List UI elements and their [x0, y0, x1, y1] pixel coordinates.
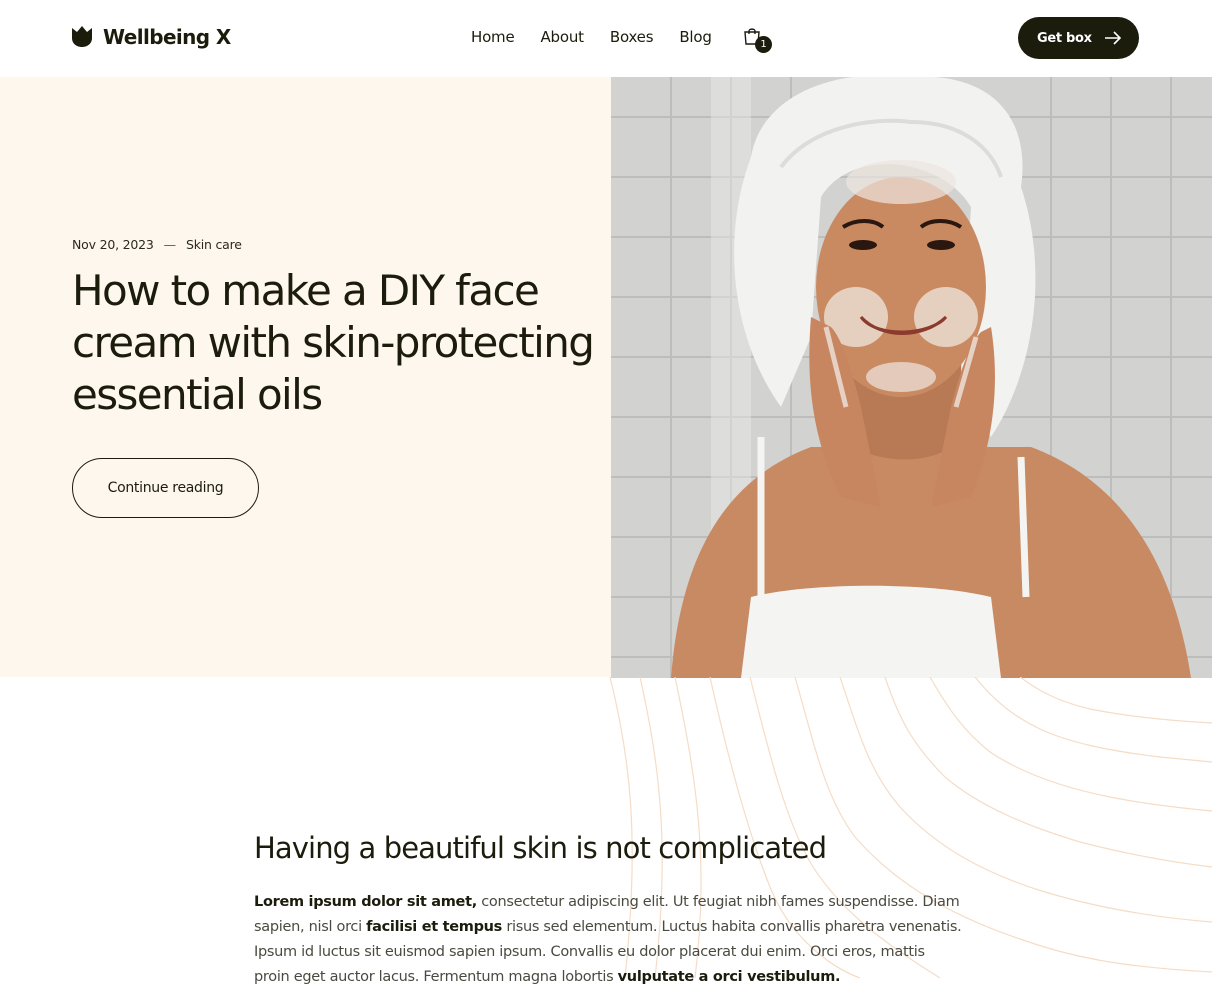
- body-bold-phrase: facilisi et tempus: [366, 919, 503, 935]
- tulip-logo-icon: [72, 26, 92, 47]
- hero-text-panel: Nov 20, 2023 — Skin care How to make a D…: [0, 77, 611, 677]
- get-box-label: Get box: [1037, 30, 1092, 46]
- post-category[interactable]: Skin care: [186, 237, 242, 252]
- nav-blog[interactable]: Blog: [679, 28, 712, 46]
- meta-separator: —: [163, 237, 177, 252]
- cart-count-badge: 1: [755, 36, 772, 53]
- nav-about[interactable]: About: [541, 28, 585, 46]
- section-heading: Having a beautiful skin is not complicat…: [254, 831, 827, 865]
- brand-logo[interactable]: Wellbeing X: [72, 25, 231, 49]
- arrow-right-icon: [1105, 31, 1122, 45]
- hero-photo: [611, 77, 1212, 678]
- site-header: Wellbeing X Home About Boxes Blog 1 Get …: [0, 0, 1212, 77]
- brand-name: Wellbeing X: [103, 25, 231, 49]
- post-title: How to make a DIY face cream with skin-p…: [72, 266, 595, 419]
- get-box-button[interactable]: Get box: [1018, 17, 1139, 59]
- nav-home[interactable]: Home: [471, 28, 515, 46]
- continue-reading-button[interactable]: Continue reading: [72, 458, 259, 518]
- main-nav: Home About Boxes Blog: [471, 28, 738, 46]
- woman-skincare-photo: [611, 77, 1212, 678]
- post-meta: Nov 20, 2023 — Skin care: [72, 237, 242, 252]
- cart-button[interactable]: 1: [742, 26, 774, 54]
- body-bold-end: vulputate a orci vestibulum.: [617, 969, 841, 985]
- body-bold-intro: Lorem ipsum dolor sit amet,: [254, 894, 477, 910]
- article-paragraph: Lorem ipsum dolor sit amet, consectetur …: [254, 890, 964, 990]
- post-date: Nov 20, 2023: [72, 237, 154, 252]
- nav-boxes[interactable]: Boxes: [610, 28, 654, 46]
